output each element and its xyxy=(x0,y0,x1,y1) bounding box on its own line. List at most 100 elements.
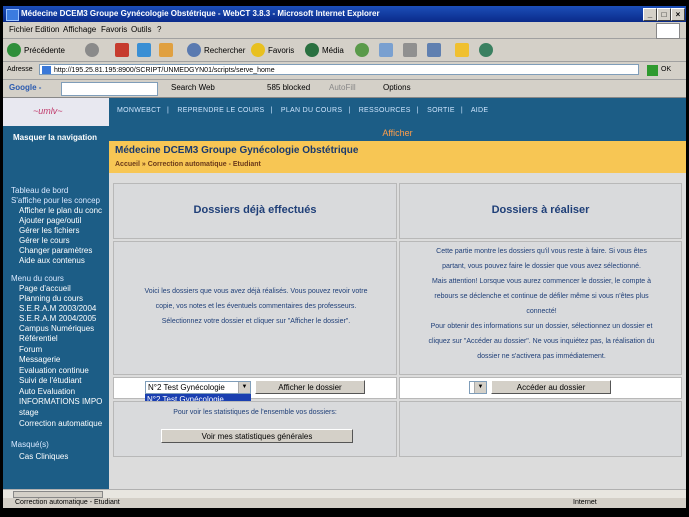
nav-plan-du-cours[interactable]: PLAN DU COURS xyxy=(281,107,342,114)
todo-description-panel: Cette partie montre les dossiers qu'il v… xyxy=(399,241,682,375)
nav-item[interactable]: Gérer le cours xyxy=(19,236,70,245)
nav-item[interactable]: Afficher le plan du conc xyxy=(19,206,102,215)
nav-item[interactable]: Evaluation continue xyxy=(19,366,89,375)
breadcrumb-current: Correction automatique - Etudiant xyxy=(147,161,261,168)
nav-ressources[interactable]: RESSOURCES xyxy=(359,107,411,114)
search-web-button[interactable]: Search Web xyxy=(171,83,215,92)
favorites-button[interactable]: Favoris xyxy=(251,42,294,58)
chevron-down-icon: ▼ xyxy=(474,382,486,393)
nav-item[interactable]: Planning du cours xyxy=(19,294,83,303)
scrollbar-thumb[interactable] xyxy=(13,491,103,498)
page-icon xyxy=(42,66,51,74)
close-button[interactable]: × xyxy=(671,8,685,21)
menu-affichage[interactable]: Affichage xyxy=(63,25,96,34)
nav-item[interactable]: Forum xyxy=(19,345,42,354)
discuss-button[interactable] xyxy=(455,42,472,58)
autofill-button[interactable]: AutoFill xyxy=(329,83,356,92)
done-dossier-select[interactable]: N°2 Test Gynécologie ▼ xyxy=(145,381,251,394)
nav-aide[interactable]: AIDE xyxy=(471,107,489,114)
nav-item[interactable]: Suivi de l'étudiant xyxy=(19,376,81,385)
menu-favoris[interactable]: Favoris xyxy=(101,25,127,34)
nav-item[interactable]: Auto Evaluation xyxy=(19,387,75,396)
browser-window: Médecine DCEM3 Groupe Gynécologie Obstét… xyxy=(3,6,686,508)
star-icon xyxy=(251,43,265,57)
options-button[interactable]: Options xyxy=(383,83,411,92)
forward-arrow-icon xyxy=(85,43,99,57)
address-input[interactable]: http://195.25.81.195:8900/SCRIPT/UNMEDGY… xyxy=(39,64,639,75)
menu-help[interactable]: ? xyxy=(157,25,161,34)
forward-button[interactable] xyxy=(85,42,102,58)
history-icon xyxy=(355,43,369,57)
breadcrumb-home[interactable]: Accueil xyxy=(115,161,140,168)
go-button[interactable]: OK xyxy=(647,64,671,76)
nav-item[interactable]: INFORMATIONS IMPO xyxy=(19,397,102,406)
web-page: ~umlv~ Masquer la navigation Tableau de … xyxy=(3,98,686,489)
nav-item[interactable]: Cas Cliniques xyxy=(19,452,68,461)
nav-item[interactable]: Campus Numériques xyxy=(19,324,94,333)
breadcrumb: Accueil » Correction automatique - Etudi… xyxy=(115,161,261,168)
menu-outils[interactable]: Outils xyxy=(131,25,151,34)
popup-blocked-button[interactable]: 585 blocked xyxy=(267,83,310,92)
address-bar: Adresse http://195.25.81.195:8900/SCRIPT… xyxy=(3,62,686,80)
nav-item[interactable]: Messagerie xyxy=(19,355,60,364)
go-arrow-icon xyxy=(647,64,658,76)
nav-reprendre-cours[interactable]: REPRENDRE LE COURS xyxy=(177,107,264,114)
general-stats-button[interactable]: Voir mes statistiques générales xyxy=(161,429,353,443)
history-button[interactable] xyxy=(355,42,372,58)
nav-item[interactable]: Référentiel xyxy=(19,334,58,343)
nav-item[interactable]: Page d'accueil xyxy=(19,284,71,293)
minimize-button[interactable]: _ xyxy=(643,8,657,21)
nav-item[interactable]: Ajouter page/outil xyxy=(19,216,81,225)
print-button[interactable] xyxy=(403,42,420,58)
done-description-panel: Voici les dossiers que vous avez déjà ré… xyxy=(113,241,397,375)
media-button[interactable]: Média xyxy=(305,42,344,58)
top-navigation: MONWEBCT | REPRENDRE LE COURS | PLAN DU CO… xyxy=(109,98,686,126)
show-dossier-button[interactable]: Afficher le dossier xyxy=(255,380,365,394)
nav-sortie[interactable]: SORTIE xyxy=(427,107,455,114)
google-logo[interactable]: Google - xyxy=(9,83,41,92)
nav-item[interactable]: S.E.R.A.M 2003/2004 xyxy=(19,304,96,313)
chevron-down-icon: ▼ xyxy=(238,382,250,393)
nav-item[interactable]: Aide aux contenus xyxy=(19,256,85,265)
dashboard-title: Tableau de bord xyxy=(11,186,69,195)
todo-heading-panel: Dossiers à réaliser xyxy=(399,183,682,239)
stop-button[interactable] xyxy=(115,42,132,58)
status-bar: Correction automatique - Etudiant Intern… xyxy=(3,498,686,508)
main-content: Dossiers déjà effectués Dossiers à réali… xyxy=(109,173,686,489)
access-dossier-button[interactable]: Accéder au dossier xyxy=(491,380,611,394)
nav-item[interactable]: Changer paramètres xyxy=(19,246,92,255)
google-search-input[interactable] xyxy=(61,82,158,96)
security-zone: Internet xyxy=(573,499,597,506)
google-toolbar: Google - Search Web 585 blocked AutoFill… xyxy=(3,80,686,98)
afficher-link[interactable]: Afficher xyxy=(109,126,686,141)
search-button[interactable]: Rechercher xyxy=(187,42,245,58)
media-icon xyxy=(305,43,319,57)
menu-edition[interactable]: Edition xyxy=(35,25,59,34)
hide-navigation-link[interactable]: Masquer la navigation xyxy=(13,132,103,144)
print-icon xyxy=(403,43,417,57)
course-header: Médecine DCEM3 Groupe Gynécologie Obstét… xyxy=(109,141,686,173)
nav-item[interactable]: Gérer les fichiers xyxy=(19,226,79,235)
address-label: Adresse xyxy=(7,66,33,73)
todo-dossier-select[interactable]: ▼ xyxy=(469,381,487,394)
nav-monwebct[interactable]: MONWEBCT xyxy=(117,107,161,114)
menu-fichier[interactable]: Fichier xyxy=(9,25,33,34)
maximize-button[interactable]: □ xyxy=(657,8,671,21)
home-button[interactable] xyxy=(159,42,176,58)
edit-button[interactable] xyxy=(427,42,444,58)
back-button[interactable]: Précédente xyxy=(7,42,65,58)
nav-item[interactable]: S.E.R.A.M 2004/2005 xyxy=(19,314,96,323)
todo-heading: Dossiers à réaliser xyxy=(491,204,590,216)
stats-text: Pour voir les statistiques de l'ensemble… xyxy=(173,409,337,416)
nav-item[interactable]: stage xyxy=(19,408,39,417)
status-text: Correction automatique - Etudiant xyxy=(15,499,120,506)
stop-icon xyxy=(115,43,129,57)
mail-button[interactable] xyxy=(379,42,396,58)
breadcrumb-separator: » xyxy=(141,161,146,168)
title-bar: Médecine DCEM3 Groupe Gynécologie Obstét… xyxy=(3,6,686,22)
nav-item[interactable]: Correction automatique xyxy=(19,419,102,428)
messenger-button[interactable] xyxy=(479,42,496,58)
window-title: Médecine DCEM3 Groupe Gynécologie Obstét… xyxy=(21,9,380,18)
search-icon xyxy=(187,43,201,57)
refresh-button[interactable] xyxy=(137,42,154,58)
